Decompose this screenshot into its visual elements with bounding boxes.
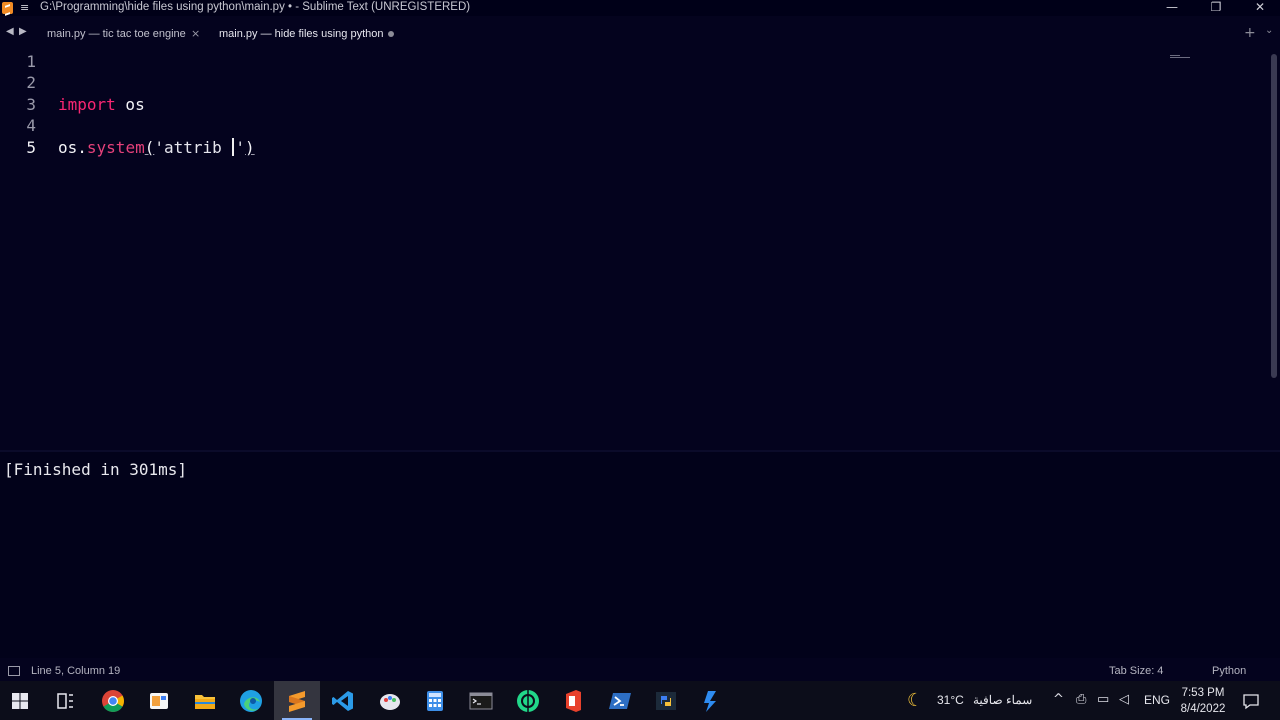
syntax-button[interactable]: Python <box>1212 665 1246 677</box>
paint-icon[interactable] <box>377 688 403 714</box>
function-name: system <box>86 138 145 157</box>
close-window-button[interactable]: ✕ <box>1238 0 1280 16</box>
tab-size-button[interactable]: Tab Size: 4 <box>1109 665 1163 677</box>
window-title: G:\Programming\hide files using python\m… <box>40 1 471 13</box>
tab-back-icon[interactable]: ◀ <box>6 26 14 37</box>
status-bar: Line 5, Column 19 Tab Size: 4 Python <box>0 661 1280 681</box>
taskbar: ☾ 31°C سماء صافية ^ ⎙ ▭ ◁ ENG 7:53 PM 8/… <box>0 681 1280 720</box>
calculator-icon[interactable] <box>422 688 448 714</box>
unsaved-dot-icon[interactable] <box>388 31 394 37</box>
build-output-panel[interactable]: [Finished in 301ms] <box>0 450 1280 658</box>
terminal-icon[interactable] <box>468 688 494 714</box>
module-name: os <box>115 95 145 114</box>
line-number: 4 <box>26 116 36 135</box>
hamburger-menu-icon[interactable]: ≡ <box>20 2 29 13</box>
taskbar-clock[interactable]: 7:53 PM 8/4/2022 <box>1176 685 1230 717</box>
line-number: 3 <box>26 95 36 114</box>
python-installer-icon[interactable] <box>653 688 679 714</box>
code-editor[interactable]: 1 2 3 4 5 import os os.system('attrib ') <box>0 48 1280 450</box>
tab-forward-icon[interactable]: ▶ <box>19 26 27 37</box>
tab-label: main.py — hide files using python <box>219 28 384 40</box>
line-number: 2 <box>26 73 36 92</box>
string-literal: 'attrib <box>154 138 232 157</box>
windows-start-icon[interactable] <box>7 688 33 714</box>
network-icon[interactable]: ▭ <box>1097 692 1109 707</box>
weather-description[interactable]: سماء صافية <box>973 693 1032 707</box>
line-number-active: 5 <box>26 138 36 157</box>
new-tab-icon[interactable]: + <box>1244 25 1256 41</box>
pycharm-icon[interactable] <box>515 688 541 714</box>
sublime-text-icon <box>2 2 13 14</box>
code-line-3[interactable]: import os <box>58 95 145 114</box>
title-bar: ≡ G:\Programming\hide files using python… <box>0 0 1280 16</box>
tab-label: main.py — tic tac toe engine <box>47 28 186 40</box>
sublime-text-taskbar-icon[interactable] <box>284 688 310 714</box>
tab-hide-files-using-python[interactable]: main.py — hide files using python <box>208 20 408 48</box>
cursor-position[interactable]: Line 5, Column 19 <box>31 665 120 677</box>
notifications-icon[interactable] <box>1242 692 1260 710</box>
powershell-icon[interactable] <box>607 688 633 714</box>
open-paren: ( <box>144 138 155 157</box>
volume-icon[interactable]: ◁ <box>1119 692 1129 707</box>
vs-code-icon[interactable] <box>330 688 356 714</box>
files-app-icon[interactable] <box>146 688 172 714</box>
windsurf-icon[interactable] <box>699 688 725 714</box>
clock-date: 8/4/2022 <box>1180 703 1226 715</box>
string-close-quote: ' <box>235 138 246 157</box>
editor-scrollbar[interactable] <box>1271 54 1277 378</box>
weather-moon-icon[interactable]: ☾ <box>907 690 923 711</box>
tab-bar: ◀ ▶ main.py — tic tac toe engine × main.… <box>0 20 1280 48</box>
show-hidden-icons-chevron-icon[interactable]: ^ <box>1053 692 1064 707</box>
keyword-import: import <box>58 95 116 114</box>
close-paren: ) <box>245 138 255 157</box>
file-explorer-icon[interactable] <box>192 688 218 714</box>
object-name: os. <box>58 138 87 157</box>
minimap[interactable] <box>1170 55 1190 59</box>
meet-now-icon[interactable]: ⎙ <box>1076 692 1086 707</box>
task-view-icon[interactable] <box>52 688 78 714</box>
restore-button[interactable]: ❐ <box>1194 0 1238 16</box>
edge-icon[interactable] <box>238 688 264 714</box>
weather-temp[interactable]: 31°C <box>937 693 964 707</box>
office-icon[interactable] <box>560 688 586 714</box>
tab-list-chevron-icon[interactable]: ⌄ <box>1265 25 1273 36</box>
panel-toggle-icon[interactable] <box>8 666 20 676</box>
input-language[interactable]: ENG <box>1144 693 1170 707</box>
code-line-5[interactable]: os.system('attrib ') <box>58 138 255 157</box>
clock-time: 7:53 PM <box>1181 687 1225 699</box>
chrome-icon[interactable] <box>100 688 126 714</box>
tab-close-icon[interactable]: × <box>191 20 200 48</box>
build-output-text: [Finished in 301ms] <box>4 460 188 479</box>
tab-tic-tac-toe-engine[interactable]: main.py — tic tac toe engine × <box>36 20 206 48</box>
line-number: 1 <box>26 52 36 71</box>
minimize-button[interactable]: — <box>1150 0 1194 16</box>
